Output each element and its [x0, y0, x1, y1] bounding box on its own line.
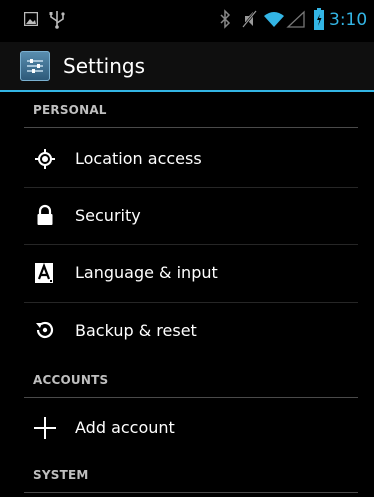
lock-icon: [37, 204, 53, 225]
list-item-label: Add account: [75, 418, 175, 437]
bluetooth-icon: [220, 9, 231, 29]
list-item-add-account[interactable]: Add account: [0, 398, 374, 454]
plus-icon: [34, 417, 56, 439]
backup-icon: [36, 321, 54, 339]
signal-icon: [286, 10, 305, 28]
battery-icon: [314, 8, 324, 30]
list-item-label: Backup & reset: [75, 321, 197, 340]
usb-icon: [49, 11, 65, 29]
settings-app-icon[interactable]: [20, 51, 50, 81]
keyboard-a-icon: [35, 262, 53, 283]
picture-icon: [24, 12, 38, 26]
section-divider: [24, 492, 358, 493]
mute-icon: [242, 10, 257, 28]
section-divider: [24, 127, 358, 128]
list-item-security[interactable]: Security: [0, 188, 374, 244]
wifi-icon: [264, 12, 284, 27]
section-header-accounts: ACCOUNTS: [33, 373, 109, 387]
location-icon: [35, 149, 55, 169]
settings-list[interactable]: PERSONAL Location access Security Langua…: [0, 92, 374, 497]
list-item-label: Location access: [75, 149, 202, 168]
section-header-personal: PERSONAL: [33, 103, 107, 117]
list-item-label: Language & input: [75, 263, 218, 282]
clock-time: 3:10: [329, 10, 368, 30]
action-bar: Settings: [0, 42, 374, 90]
list-item-backup-reset[interactable]: Backup & reset: [0, 303, 374, 359]
page-title: Settings: [63, 54, 146, 78]
list-item-location-access[interactable]: Location access: [0, 130, 374, 186]
list-item-label: Security: [75, 206, 141, 225]
list-item-language-input[interactable]: Language & input: [0, 245, 374, 301]
status-bar: 3:10: [0, 0, 374, 42]
section-header-system: SYSTEM: [33, 468, 89, 482]
